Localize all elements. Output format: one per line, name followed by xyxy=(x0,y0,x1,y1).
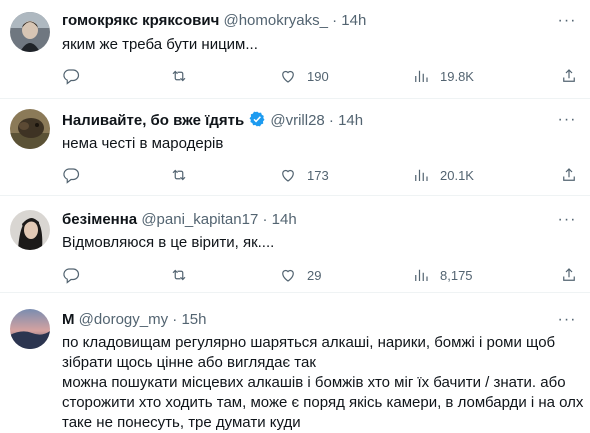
user-handle[interactable]: @dorogy_my xyxy=(79,311,168,328)
views-button[interactable]: 19.8K xyxy=(412,66,474,86)
display-name[interactable]: гомокрякс кряксович xyxy=(62,12,219,29)
timestamp[interactable]: 14h xyxy=(341,12,366,29)
views-button[interactable]: 8,175 xyxy=(412,265,473,285)
tweet-text-line: можна пошукати місцевих алкашів і бомжів… xyxy=(62,374,566,391)
like-count: 190 xyxy=(307,68,329,84)
retweet-button[interactable] xyxy=(170,165,198,185)
tweet-text: по кладовищам регулярно шаряться алкаші,… xyxy=(62,333,584,433)
avatar-image xyxy=(10,309,50,349)
display-name[interactable]: Наливайте, бо вже їдять xyxy=(62,112,244,129)
like-button[interactable]: 173 xyxy=(279,165,329,185)
retweet-icon xyxy=(172,269,186,281)
user-handle[interactable]: @pani_kapitan17 xyxy=(141,211,258,228)
like-button[interactable]: 29 xyxy=(279,265,321,285)
share-button[interactable] xyxy=(560,66,578,86)
separator-dot: · xyxy=(172,311,178,328)
share-icon xyxy=(563,69,575,82)
tweet-header: Наливайте, бо вже їдять @vrill28 · 14h xyxy=(62,110,363,131)
separator-dot: · xyxy=(328,112,334,129)
view-count: 19.8K xyxy=(440,68,474,84)
separator-dot: · xyxy=(262,211,268,228)
avatar[interactable] xyxy=(10,109,50,149)
user-handle[interactable]: @vrill28 xyxy=(270,112,324,129)
like-button[interactable]: 190 xyxy=(279,66,329,86)
views-chart-icon xyxy=(415,169,428,181)
retweet-icon xyxy=(172,169,186,181)
reply-icon xyxy=(63,69,80,85)
separator-dot: · xyxy=(332,12,338,29)
reply-button[interactable] xyxy=(62,265,90,285)
avatar[interactable] xyxy=(10,210,50,250)
reply-icon xyxy=(63,168,80,184)
tweet-4[interactable]: M @dorogy_my · 15h ··· по кладовищам рег… xyxy=(0,293,590,433)
reply-icon xyxy=(63,268,80,284)
views-button[interactable]: 20.1K xyxy=(412,165,474,185)
display-name[interactable]: M xyxy=(62,311,75,328)
views-chart-icon xyxy=(415,269,428,281)
more-options-icon[interactable]: ··· xyxy=(556,310,578,330)
more-options-icon[interactable]: ··· xyxy=(556,11,578,31)
user-handle[interactable]: @homokryaks_ xyxy=(223,12,327,29)
timestamp[interactable]: 15h xyxy=(181,311,206,328)
timestamp[interactable]: 14h xyxy=(272,211,297,228)
tweet-1[interactable]: гомокрякс кряксович @homokryaks_ · 14h ·… xyxy=(0,0,590,99)
timestamp[interactable]: 14h xyxy=(338,112,363,129)
tweet-text-line: сторожити хто ходить там, може є поряд я… xyxy=(62,394,584,411)
avatar-image xyxy=(10,210,50,250)
display-name[interactable]: безіменна xyxy=(62,211,137,228)
like-count: 173 xyxy=(307,167,329,183)
retweet-button[interactable] xyxy=(170,265,198,285)
heart-icon xyxy=(282,70,294,83)
tweet-text: Відмовляюся в це вірити, як.... xyxy=(62,234,275,251)
view-count: 8,175 xyxy=(440,267,473,283)
share-icon xyxy=(563,168,575,181)
heart-icon xyxy=(282,169,294,182)
tweet-header: гомокрякс кряксович @homokryaks_ · 14h xyxy=(62,11,366,31)
more-options-icon[interactable]: ··· xyxy=(556,110,578,130)
action-bar: 29 8,175 xyxy=(62,265,582,285)
share-button[interactable] xyxy=(560,165,578,185)
avatar-image xyxy=(10,109,50,149)
tweet-3[interactable]: безіменна @pani_kapitan17 · 14h ··· Відм… xyxy=(0,196,590,293)
avatar-image xyxy=(10,12,50,52)
more-options-icon[interactable]: ··· xyxy=(556,210,578,230)
tweet-text-line: таке не понесуть, тре думати куди xyxy=(62,414,301,431)
action-bar: 190 19.8K xyxy=(62,66,582,86)
tweet-header: M @dorogy_my · 15h xyxy=(62,310,206,330)
tweet-text-line: зібрати щось цінне або виглядає так xyxy=(62,354,316,371)
tweet-text: яким же треба бути ницим... xyxy=(62,36,258,53)
reply-button[interactable] xyxy=(62,165,90,185)
reply-button[interactable] xyxy=(62,66,90,86)
share-icon xyxy=(563,268,575,281)
verified-badge-icon xyxy=(249,111,265,127)
heart-icon xyxy=(282,269,294,282)
avatar[interactable] xyxy=(10,12,50,52)
views-chart-icon xyxy=(415,70,428,82)
tweet-header: безіменна @pani_kapitan17 · 14h xyxy=(62,210,297,230)
action-bar: 173 20.1K xyxy=(62,165,582,185)
tweet-2[interactable]: Наливайте, бо вже їдять @vrill28 · 14h ·… xyxy=(0,99,590,196)
retweet-button[interactable] xyxy=(170,66,198,86)
retweet-icon xyxy=(172,70,186,82)
like-count: 29 xyxy=(307,267,322,283)
tweet-text: нема честі в мародерів xyxy=(62,135,224,152)
avatar[interactable] xyxy=(10,309,50,349)
share-button[interactable] xyxy=(560,265,578,285)
view-count: 20.1K xyxy=(440,167,474,183)
tweet-text-line: по кладовищам регулярно шаряться алкаші,… xyxy=(62,334,556,351)
